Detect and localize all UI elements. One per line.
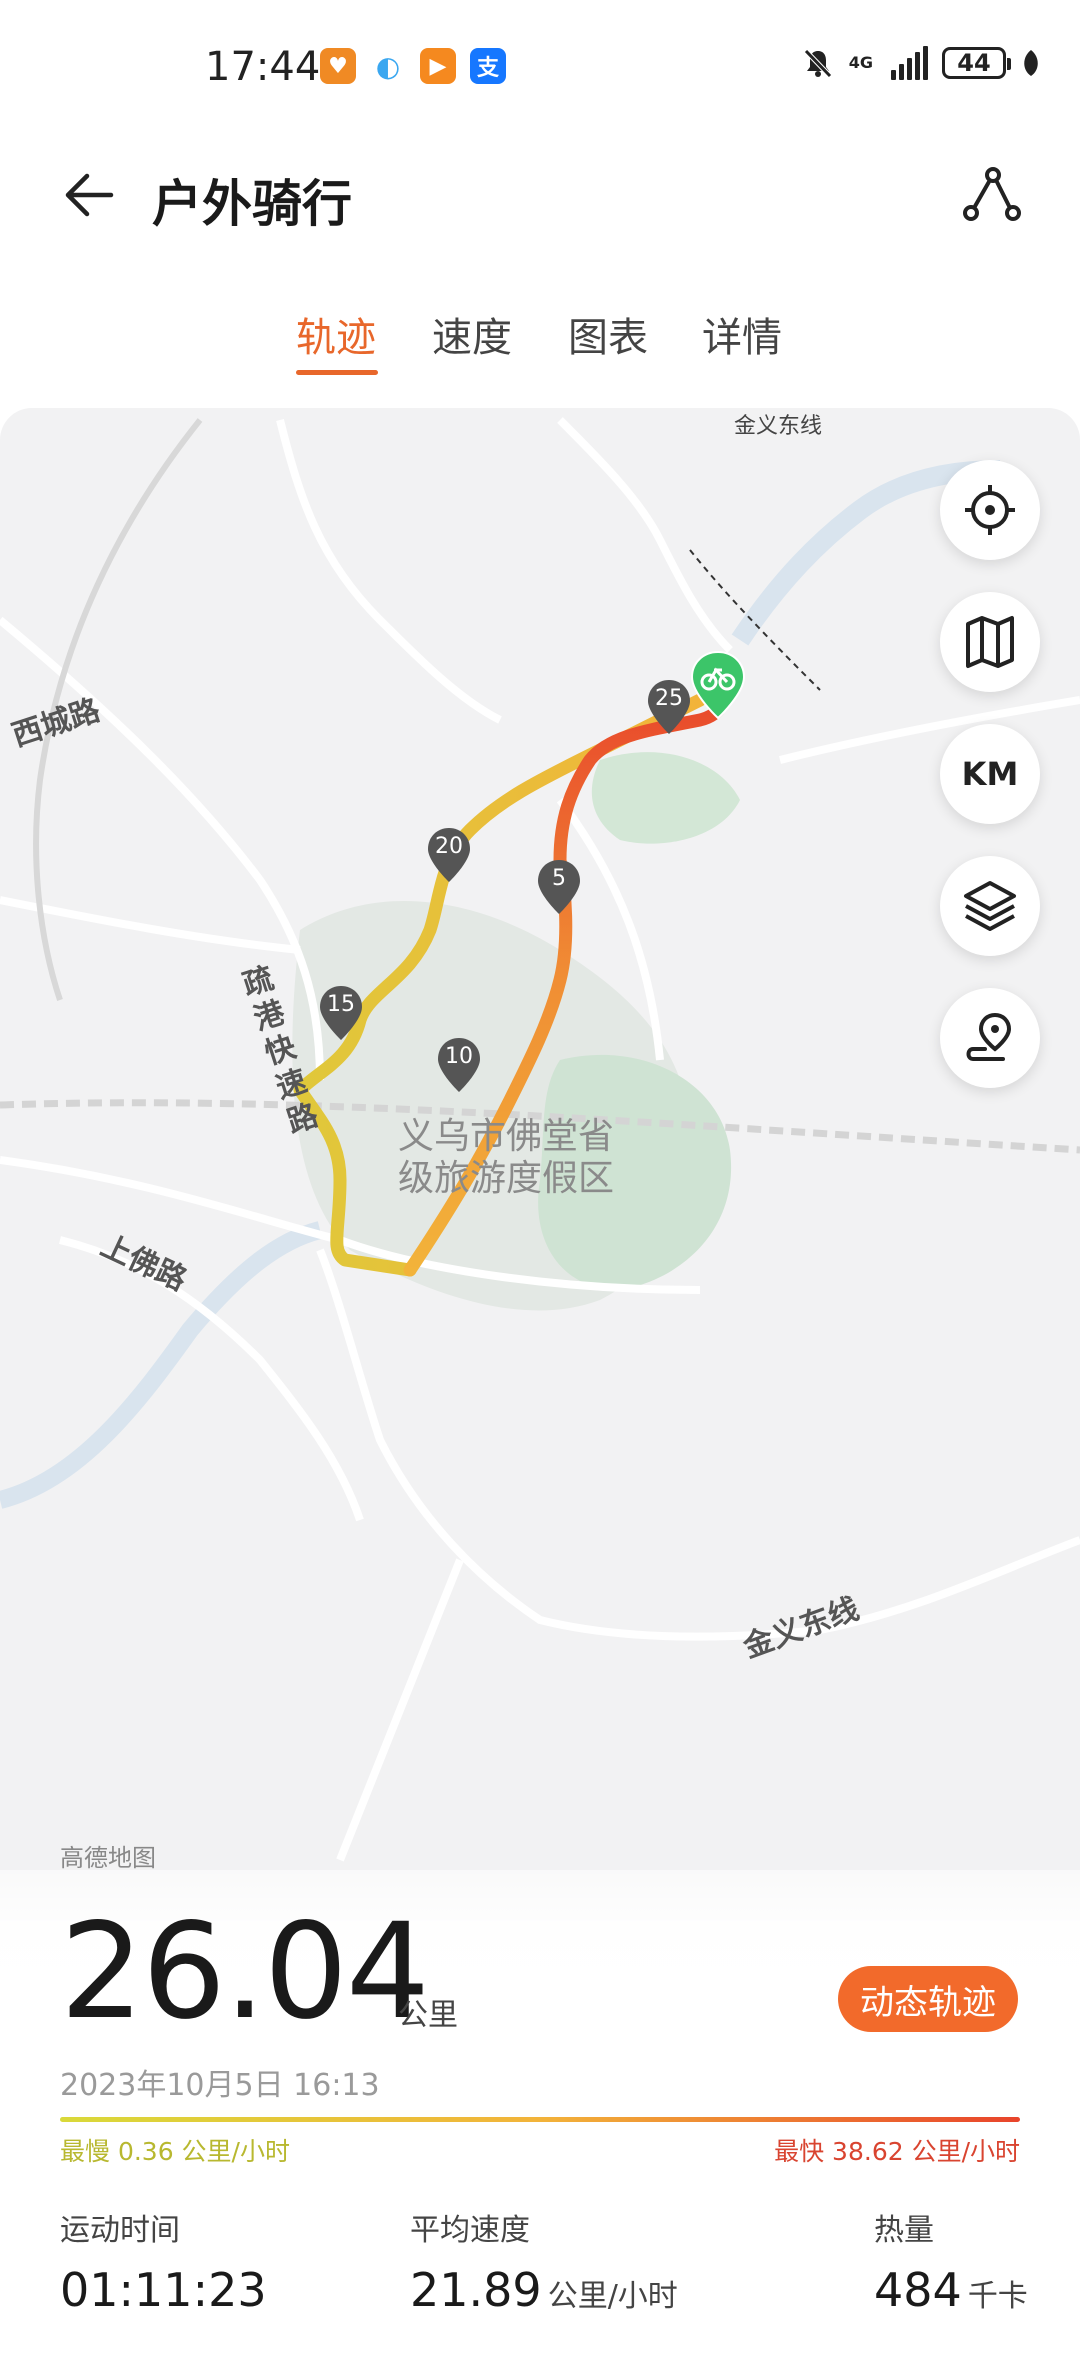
map-icon — [966, 616, 1014, 668]
stat-value: 01:11:23 — [60, 2263, 267, 2317]
km-marker-label: 25 — [655, 686, 683, 711]
locate-button[interactable] — [940, 460, 1040, 560]
active-tab-indicator — [296, 370, 378, 375]
battery-level: 44 — [957, 49, 991, 77]
alipay-icon: 支 — [470, 48, 506, 84]
km-marker-label: 15 — [327, 992, 355, 1017]
route-share-icon — [963, 167, 1021, 221]
back-button[interactable] — [56, 162, 122, 228]
route-pin-icon — [966, 1012, 1012, 1061]
tab-details[interactable]: 详情 — [702, 305, 782, 363]
share-route-button[interactable] — [958, 162, 1024, 228]
leaf-icon — [1024, 50, 1038, 76]
dynamic-track-button[interactable]: 动态轨迹 — [838, 1966, 1018, 2032]
status-time: 17:44 — [205, 44, 321, 90]
stat-unit: 千卡 — [967, 2279, 1028, 2314]
green-zone-2 — [591, 752, 740, 844]
signal-icon — [891, 46, 928, 80]
start-end-marker[interactable] — [690, 650, 746, 724]
map-type-button[interactable] — [940, 592, 1040, 692]
area-label: 义乌市佛堂省 级旅游度假区 — [398, 1116, 614, 1200]
slowest-speed: 最慢 0.36 公里/小时 — [60, 2137, 290, 2166]
stat-unit: 公里/小时 — [547, 2279, 678, 2314]
km-marker-5[interactable]: 5 — [536, 858, 582, 920]
road-label-jinyi-top: 金义东线 — [734, 414, 823, 439]
bike-pin-icon — [690, 650, 746, 720]
fastest-speed: 最快 38.62 公里/小时 — [774, 2137, 1020, 2166]
mute-icon — [803, 49, 832, 78]
area-label-line1: 义乌市佛堂省 — [398, 1116, 615, 1157]
page-title: 户外骑行 — [152, 175, 352, 233]
km-marker-label: 20 — [435, 834, 463, 859]
stat-value: 484 — [874, 2263, 962, 2317]
km-marker-20[interactable]: 20 — [426, 826, 472, 888]
app-header: 户外骑行 — [0, 140, 1080, 250]
tab-chart[interactable]: 图表 — [568, 305, 648, 363]
layers-icon — [964, 881, 1016, 931]
status-bar: 17:44 ♥ ◐ ▶ 支 4G 44 — [0, 0, 1080, 140]
speed-gradient-bar — [60, 2117, 1020, 2122]
area-label-line2: 级旅游度假区 — [398, 1158, 615, 1199]
blue-app-icon: ◐ — [370, 48, 406, 84]
map-attribution: 高德地图 — [60, 1844, 156, 1872]
stat-duration: 运动时间 01:11:23 — [60, 2205, 267, 2317]
km-marker-25[interactable]: 25 — [646, 678, 692, 740]
distance-unit: 公里 — [398, 1998, 458, 2033]
km-marker-15[interactable]: 15 — [318, 984, 364, 1046]
tab-speed[interactable]: 速度 — [432, 305, 512, 363]
stat-label: 热量 — [874, 2213, 934, 2248]
km-marker-label: 5 — [552, 866, 566, 891]
tab-bar: 轨迹 速度 图表 详情 — [0, 305, 1080, 385]
km-marker-label: 10 — [445, 1044, 473, 1069]
video-app-icon: ▶ — [420, 48, 456, 84]
stat-value: 21.89 — [410, 2263, 542, 2317]
activity-date: 2023年10月5日 16:13 — [60, 2068, 380, 2103]
stat-calories: 热量 484 千卡 — [874, 2205, 1028, 2317]
total-distance: 26.04 — [60, 1895, 430, 2049]
health-app-icon: ♥ — [320, 48, 356, 84]
stat-label: 运动时间 — [60, 2213, 180, 2248]
status-app-icons: ♥ ◐ ▶ 支 — [320, 48, 506, 84]
stat-label: 平均速度 — [410, 2213, 530, 2248]
network-type: 4G — [848, 53, 873, 72]
battery-icon: 44 — [942, 47, 1011, 79]
status-indicators: 4G 44 — [801, 46, 1042, 80]
tab-track[interactable]: 轨迹 — [296, 305, 376, 363]
stat-avg-speed: 平均速度 21.89 公里/小时 — [410, 2205, 678, 2317]
layers-button[interactable] — [940, 856, 1040, 956]
km-marker-10[interactable]: 10 — [436, 1036, 482, 1098]
locate-icon — [965, 485, 1015, 535]
km-toggle-button[interactable]: KM — [940, 724, 1040, 824]
route-point-button[interactable] — [940, 988, 1040, 1088]
back-arrow-icon — [65, 173, 114, 217]
